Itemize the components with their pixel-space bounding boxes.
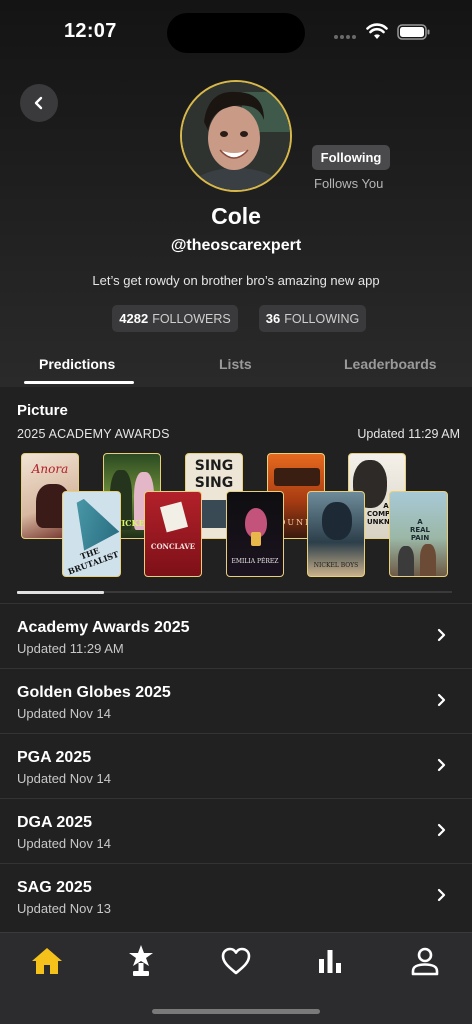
chevron-right-icon: [437, 628, 446, 642]
section-title: Picture: [17, 402, 68, 419]
tab-predictions[interactable]: Predictions: [39, 356, 115, 372]
heart-icon: [221, 947, 251, 975]
chevron-right-icon: [437, 758, 446, 772]
following-stat-label: FOLLOWING: [284, 311, 360, 326]
followers-stat-button[interactable]: 4282 FOLLOWERS: [112, 305, 238, 332]
chevron-right-icon: [437, 888, 446, 902]
chevron-left-icon: [34, 96, 43, 110]
list-item-updated: Updated Nov 14: [17, 706, 111, 721]
follows-you-label: Follows You: [314, 176, 384, 191]
followers-count: 4282: [119, 311, 149, 326]
poster-conclave[interactable]: CONCLAVE: [144, 491, 202, 577]
nav-awards-button[interactable]: [123, 943, 159, 979]
poster-title: A REAL PAIN: [409, 518, 431, 542]
active-tab-indicator: [24, 381, 134, 384]
list-item[interactable]: PGA 2025 Updated Nov 14: [0, 733, 472, 798]
home-icon: [32, 948, 62, 974]
following-count: 36: [265, 311, 281, 326]
dynamic-island: [167, 13, 305, 53]
section-subtitle: 2025 ACADEMY AWARDS: [17, 427, 170, 441]
list-item-title: DGA 2025: [17, 814, 92, 831]
poster-emilia-perez[interactable]: EMILIA PÉREZ: [226, 491, 284, 577]
home-indicator: [152, 1009, 320, 1014]
poster-the-brutalist[interactable]: THE BRUTALIST: [62, 491, 121, 577]
poster-nickel-boys[interactable]: NICKEL BOYS: [307, 491, 365, 577]
list-item-title: SAG 2025: [17, 879, 92, 896]
list-item[interactable]: Golden Globes 2025 Updated Nov 14: [0, 668, 472, 733]
battery-icon: [397, 24, 430, 40]
tab-leaderboards[interactable]: Leaderboards: [344, 356, 437, 372]
leaderboard-icon: [319, 950, 341, 973]
chevron-right-icon: [437, 693, 446, 707]
status-time: 12:07: [64, 20, 117, 42]
following-stat-button[interactable]: 36 FOLLOWING: [259, 305, 366, 332]
poster-title: Anora: [31, 462, 69, 476]
back-button[interactable]: [20, 84, 58, 122]
list-item-updated: Updated Nov 14: [17, 836, 111, 851]
section-updated: Updated 11:29 AM: [357, 427, 460, 441]
profile-handle: @theoscarexpert: [170, 237, 302, 254]
profile-name: Cole: [211, 203, 261, 229]
tab-lists[interactable]: Lists: [219, 356, 252, 372]
avatar-photo: [182, 82, 290, 190]
profile-icon: [411, 947, 439, 976]
nav-profile-button[interactable]: [407, 943, 443, 979]
poster-scrollbar-thumb[interactable]: [17, 591, 104, 594]
list-item-title: Academy Awards 2025: [17, 619, 190, 636]
chevron-right-icon: [437, 823, 446, 837]
list-item-title: Golden Globes 2025: [17, 684, 171, 701]
poster-title: EMILIA PÉREZ: [231, 558, 279, 565]
profile-bio: Let’s get rowdy on brother bro’s amazing…: [92, 273, 380, 288]
poster-title: SING SING: [194, 458, 234, 491]
following-button[interactable]: Following: [312, 145, 390, 170]
nav-leaderboard-button[interactable]: [312, 943, 348, 979]
list-item[interactable]: DGA 2025 Updated Nov 14: [0, 798, 472, 863]
wifi-icon: [366, 23, 388, 39]
list-item[interactable]: SAG 2025 Updated Nov 13: [0, 863, 472, 928]
status-bar: 12:07: [0, 0, 472, 64]
poster-a-real-pain[interactable]: A REAL PAIN: [389, 491, 448, 577]
list-item-updated: Updated Nov 14: [17, 771, 111, 786]
nav-home-button[interactable]: [29, 943, 65, 979]
nav-favorites-button[interactable]: [218, 943, 254, 979]
cellular-signal-icon: [334, 35, 356, 39]
followers-label: FOLLOWERS: [152, 311, 231, 326]
list-item-updated: Updated 11:29 AM: [17, 641, 124, 656]
list-item-updated: Updated Nov 13: [17, 901, 111, 916]
list-item-title: PGA 2025: [17, 749, 92, 766]
list-item[interactable]: Academy Awards 2025 Updated 11:29 AM: [0, 603, 472, 668]
poster-title: CONCLAVE: [150, 542, 196, 551]
poster-title: NICKEL BOYS: [313, 562, 359, 569]
avatar[interactable]: [180, 80, 292, 192]
award-icon: [129, 945, 153, 976]
